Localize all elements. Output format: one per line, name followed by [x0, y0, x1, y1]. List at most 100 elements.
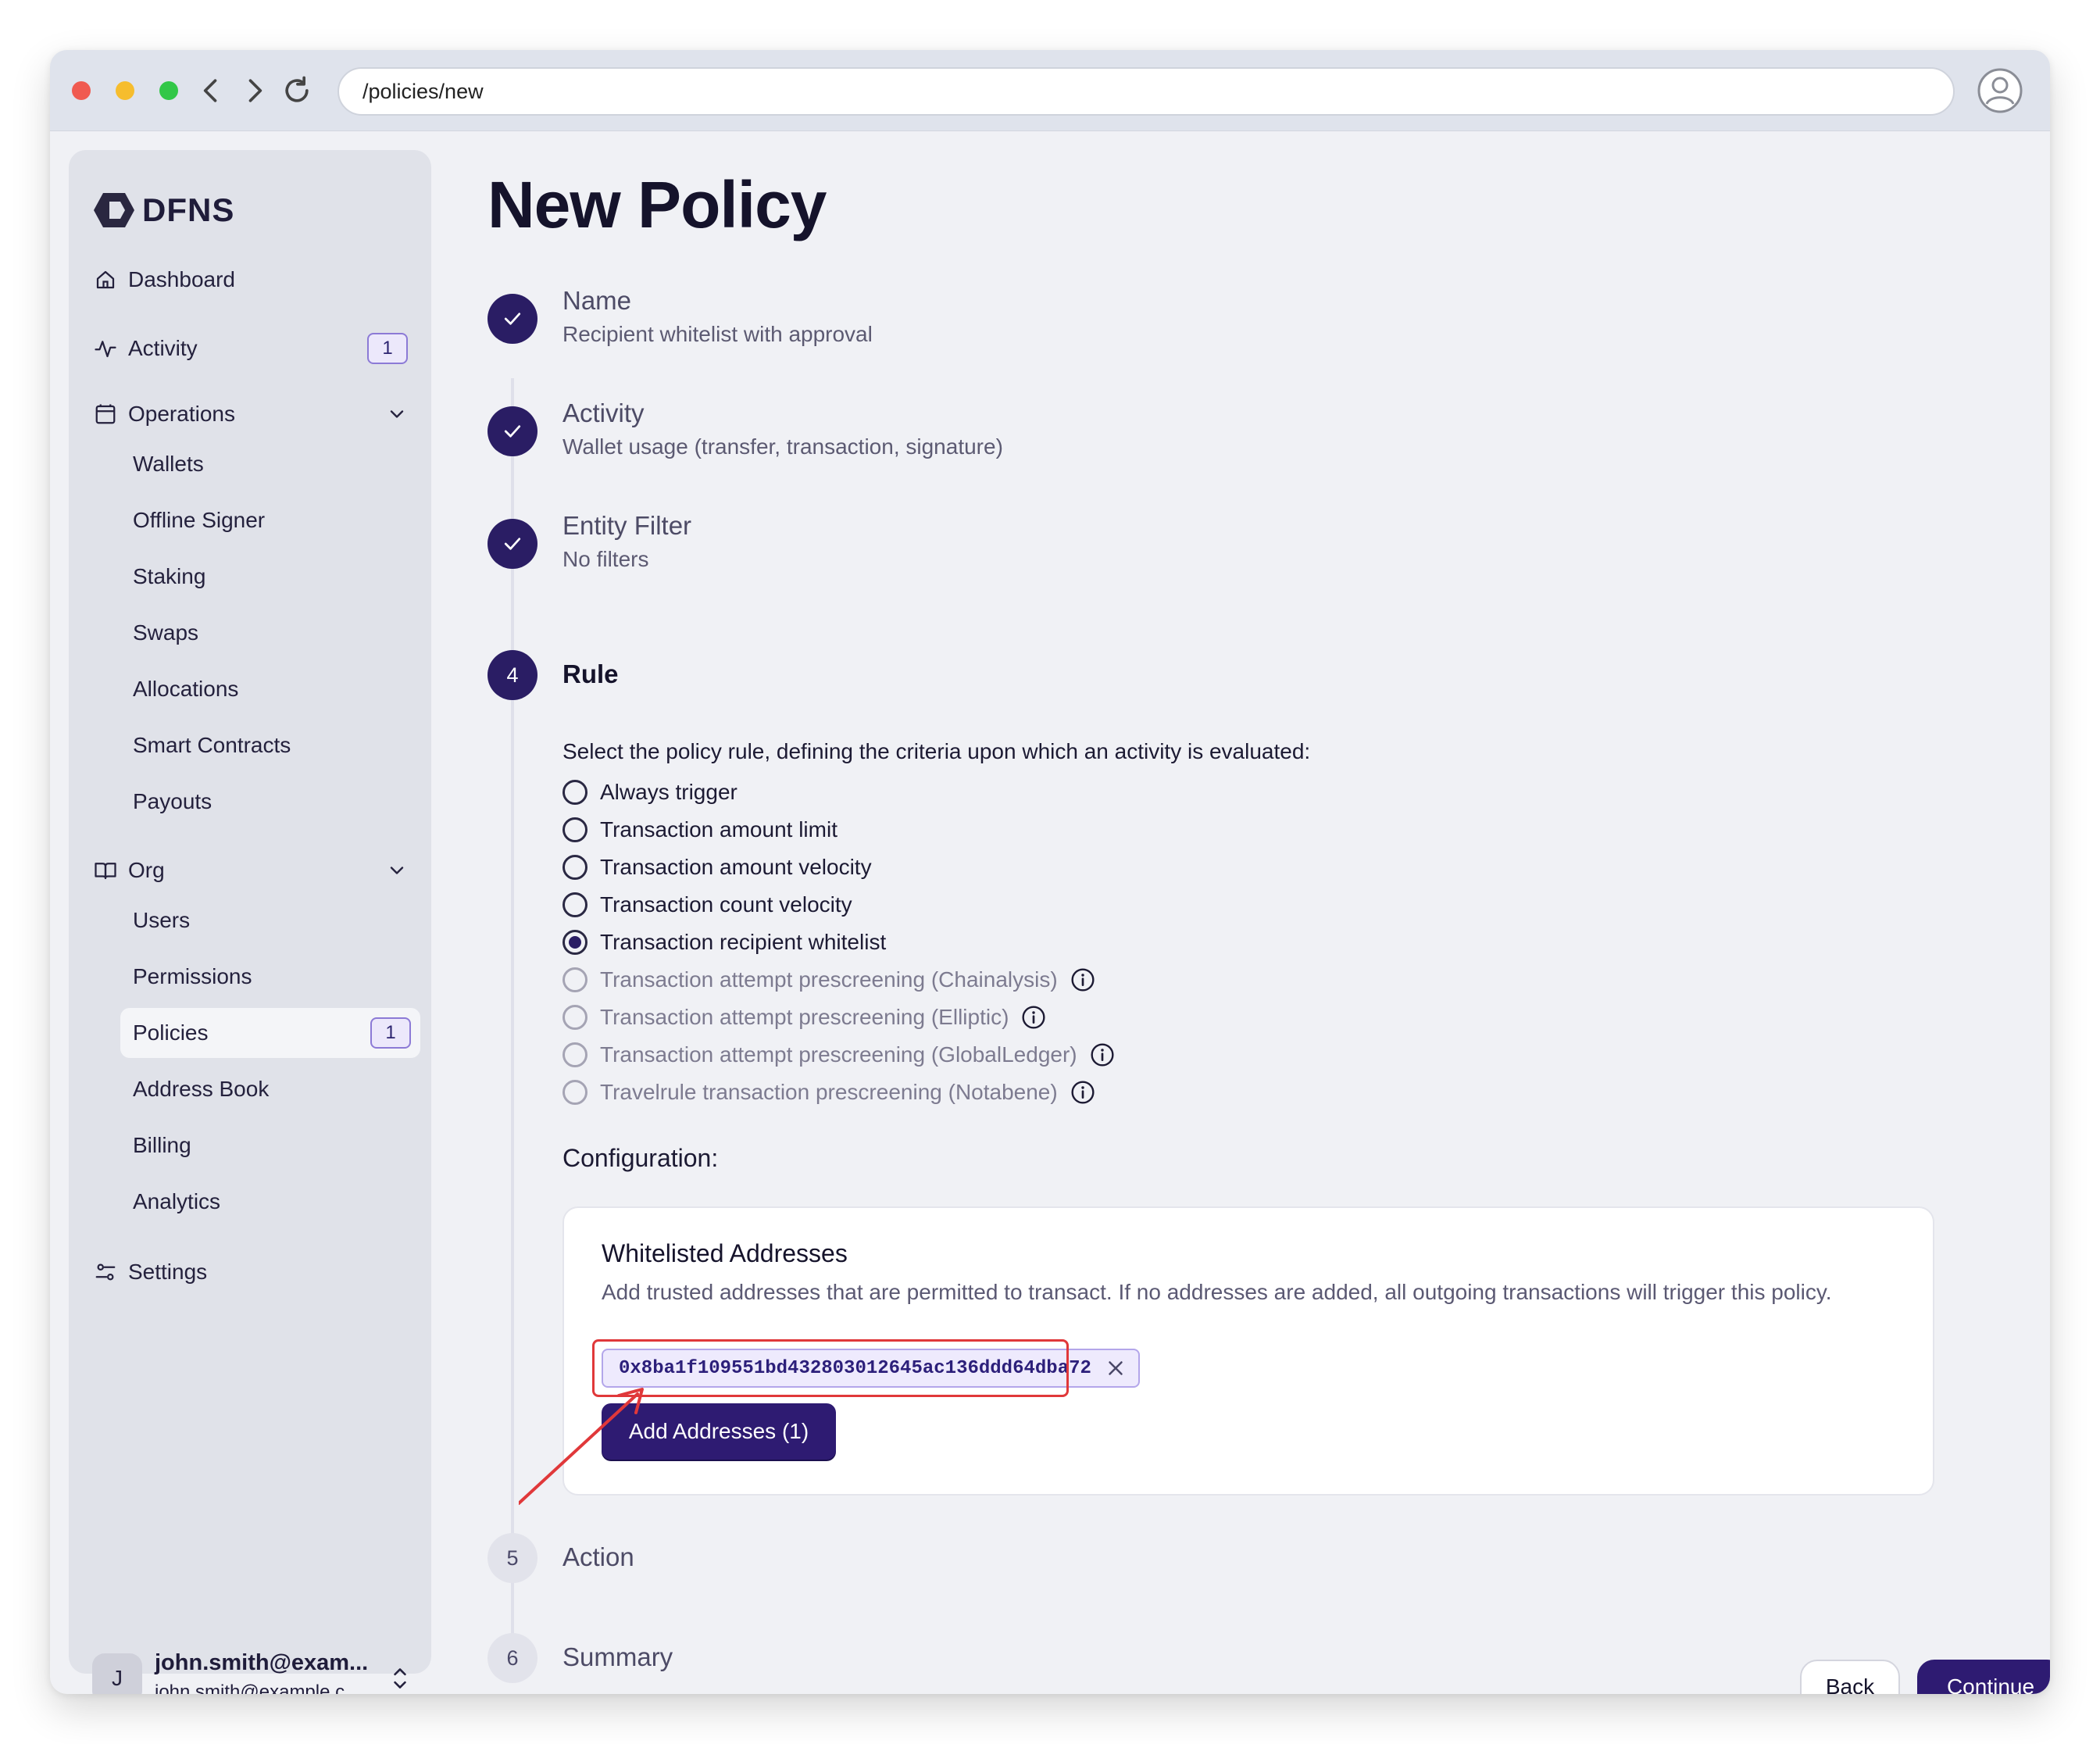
- address-bar[interactable]: /policies/new: [338, 67, 1955, 116]
- browser-window: /policies/new DFNS Dashboard Activity 1 …: [50, 50, 2050, 1694]
- annotation-arrow-icon: [519, 1388, 644, 1505]
- sidebar-item-billing[interactable]: Billing: [120, 1120, 420, 1170]
- chevron-down-icon[interactable]: [386, 403, 408, 425]
- info-icon[interactable]: [1021, 1005, 1046, 1030]
- book-icon: [92, 857, 119, 884]
- sidebar-item-org[interactable]: Org: [92, 847, 408, 894]
- rule-option-label: Travelrule transaction prescreening (Not…: [600, 1080, 1058, 1104]
- step-4-number: 4: [488, 650, 538, 700]
- rule-option-label: Transaction amount velocity: [600, 855, 872, 879]
- operations-icon: [92, 401, 119, 427]
- radio-button-selected[interactable]: [562, 930, 588, 955]
- activity-count-badge: 1: [367, 333, 408, 364]
- minimize-window-button[interactable]: [116, 81, 134, 100]
- user-menu[interactable]: J john.smith@exam... john.smith@example.…: [92, 1646, 412, 1694]
- radio-button[interactable]: [562, 817, 588, 842]
- card-description: Add trusted addresses that are permitted…: [602, 1280, 1832, 1304]
- step-2-summary: Wallet usage (transfer, transaction, sig…: [562, 434, 1003, 459]
- activity-icon: [92, 335, 119, 362]
- policies-count-badge: 1: [370, 1017, 411, 1049]
- profile-icon[interactable]: [1977, 67, 2023, 114]
- step-4-title: Rule: [562, 659, 619, 688]
- sidebar-item-address-book[interactable]: Address Book: [120, 1064, 420, 1114]
- browser-toolbar: /policies/new: [50, 50, 2050, 131]
- sidebar-item-activity[interactable]: Activity 1: [92, 325, 408, 372]
- rule-option-label: Transaction attempt prescreening (Chaina…: [600, 967, 1058, 992]
- sidebar-item-payouts[interactable]: Payouts: [120, 777, 420, 827]
- rule-option-recipient-whitelist[interactable]: Transaction recipient whitelist: [562, 925, 886, 960]
- chevron-down-icon[interactable]: [386, 859, 408, 881]
- maximize-window-button[interactable]: [159, 81, 178, 100]
- close-window-button[interactable]: [72, 81, 91, 100]
- sidebar-item-label: Activity: [128, 336, 198, 360]
- info-icon[interactable]: [1070, 967, 1095, 992]
- stepper-line: [511, 378, 514, 1660]
- rule-option-elliptic: Transaction attempt prescreening (Ellipt…: [562, 1000, 1046, 1035]
- rule-option-label: Transaction amount limit: [600, 817, 838, 842]
- sidebar-item-label: Settings: [128, 1260, 208, 1284]
- sidebar-item-wallets[interactable]: Wallets: [120, 439, 420, 489]
- remove-address-icon[interactable]: [1104, 1356, 1127, 1380]
- step-1-summary: Recipient whitelist with approval: [562, 322, 873, 346]
- home-icon: [92, 266, 119, 293]
- sidebar-item-staking[interactable]: Staking: [120, 552, 420, 602]
- rule-option-amount-velocity[interactable]: Transaction amount velocity: [562, 850, 872, 885]
- sidebar-item-swaps[interactable]: Swaps: [120, 608, 420, 658]
- radio-button-disabled: [562, 1080, 588, 1105]
- checkmark-icon: [504, 313, 521, 325]
- step-6-number: 6: [488, 1633, 538, 1683]
- sidebar-item-offline-signer[interactable]: Offline Signer: [120, 495, 420, 545]
- forward-arrow-icon[interactable]: [238, 73, 272, 108]
- rule-option-amount-limit[interactable]: Transaction amount limit: [562, 813, 838, 847]
- sidebar-item-dashboard[interactable]: Dashboard: [92, 256, 235, 303]
- back-button[interactable]: Back: [1800, 1660, 1900, 1694]
- sidebar-item-users[interactable]: Users: [120, 895, 420, 945]
- configuration-label: Configuration:: [562, 1144, 719, 1172]
- annotation-highlight-box: [592, 1339, 1069, 1397]
- sidebar-item-label: Operations: [128, 402, 235, 426]
- back-arrow-icon[interactable]: [194, 73, 228, 108]
- chevron-up-down-icon: [394, 1668, 406, 1689]
- rule-option-label: Transaction attempt prescreening (Ellipt…: [600, 1005, 1009, 1029]
- sidebar-item-analytics[interactable]: Analytics: [120, 1177, 420, 1227]
- sidebar-item-label: Org: [128, 858, 165, 882]
- sidebar-item-permissions[interactable]: Permissions: [120, 952, 420, 1002]
- sidebar-item-smart-contracts[interactable]: Smart Contracts: [120, 720, 420, 770]
- step-3-title[interactable]: Entity Filter: [562, 511, 691, 541]
- sidebar: DFNS Dashboard Activity 1 Operations Wal…: [69, 150, 431, 1694]
- dfns-logo[interactable]: DFNS: [92, 191, 234, 230]
- page-title: New Policy: [488, 168, 827, 241]
- radio-button[interactable]: [562, 855, 588, 880]
- rule-option-count-velocity[interactable]: Transaction count velocity: [562, 888, 852, 922]
- rule-option-notabene: Travelrule transaction prescreening (Not…: [562, 1075, 1095, 1110]
- whitelisted-addresses-card: Whitelisted Addresses Add trusted addres…: [562, 1206, 1934, 1496]
- sidebar-item-allocations[interactable]: Allocations: [120, 664, 420, 714]
- step-5-number: 5: [488, 1533, 538, 1583]
- step-2-complete-indicator: [488, 406, 538, 456]
- rule-option-label: Transaction attempt prescreening (Global…: [600, 1042, 1077, 1067]
- rule-option-label: Transaction count velocity: [600, 892, 852, 917]
- continue-button[interactable]: Continue: [1917, 1660, 2050, 1694]
- radio-button[interactable]: [562, 892, 588, 917]
- user-name: john.smith@exam...: [155, 1650, 369, 1675]
- checkmark-icon: [504, 425, 521, 438]
- radio-button-disabled: [562, 1005, 588, 1030]
- step-2-title[interactable]: Activity: [562, 398, 645, 428]
- sidebar-item-operations[interactable]: Operations: [92, 391, 408, 438]
- reload-icon[interactable]: [280, 73, 314, 108]
- info-icon[interactable]: [1090, 1042, 1115, 1067]
- step-3-summary: No filters: [562, 547, 649, 571]
- rule-option-always-trigger[interactable]: Always trigger: [562, 775, 738, 809]
- sidebar-item-policies[interactable]: Policies 1: [120, 1008, 420, 1058]
- info-icon[interactable]: [1070, 1080, 1095, 1105]
- sidebar-item-settings[interactable]: Settings: [92, 1249, 207, 1295]
- step-1-complete-indicator: [488, 294, 538, 344]
- step-3-complete-indicator: [488, 519, 538, 569]
- logo-text: DFNS: [142, 191, 235, 228]
- step-1-title[interactable]: Name: [562, 286, 631, 316]
- settings-icon: [92, 1259, 119, 1285]
- avatar: J: [92, 1653, 142, 1694]
- radio-button[interactable]: [562, 780, 588, 805]
- step-5-title: Action: [562, 1542, 634, 1571]
- rule-option-label: Always trigger: [600, 780, 738, 804]
